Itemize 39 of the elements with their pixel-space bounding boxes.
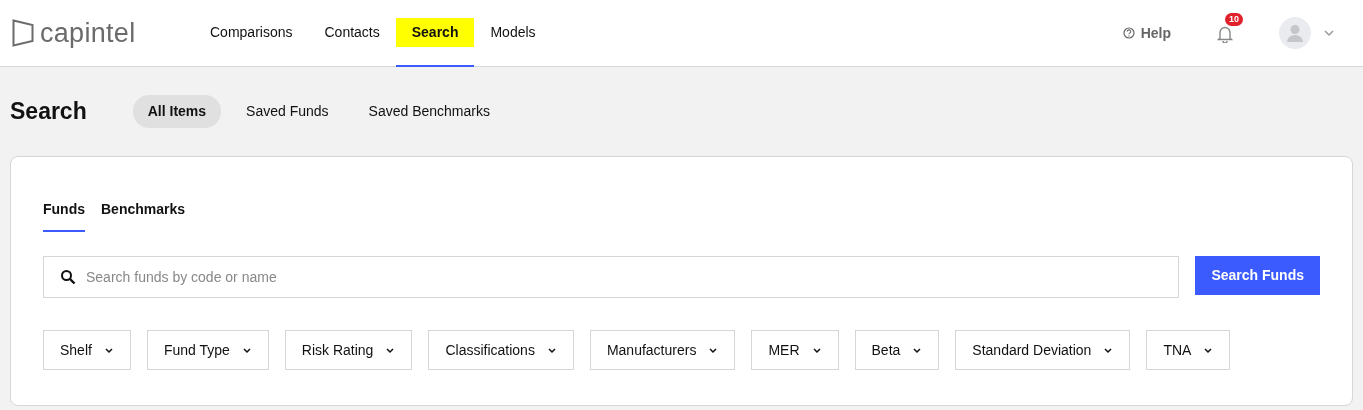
nav-link[interactable]: Comparisons [194, 0, 309, 67]
notification-badge: 10 [1225, 12, 1243, 26]
chevron-down-icon [103, 346, 114, 354]
chevron-down-icon [385, 346, 396, 354]
filter-dropdown[interactable]: Standard Deviation [955, 330, 1131, 370]
avatar-icon[interactable] [1279, 17, 1311, 49]
help-icon [1122, 27, 1135, 39]
tab[interactable]: Funds [43, 195, 85, 232]
filter-dropdown[interactable]: Manufacturers [589, 330, 736, 370]
nav-link[interactable]: Models [474, 0, 552, 67]
nav-link[interactable]: Contacts [308, 0, 396, 67]
filter-dropdown[interactable]: MER [751, 330, 839, 370]
help-link[interactable]: Help [1122, 22, 1171, 44]
chevron-down-icon [546, 346, 557, 354]
search-icon [60, 269, 76, 285]
filter-dropdown[interactable]: Risk Rating [284, 330, 413, 370]
filter-dropdown[interactable]: TNA [1146, 330, 1231, 370]
chevron-down-icon [811, 346, 822, 354]
logo-icon [12, 19, 34, 47]
view-tab[interactable]: Saved Funds [231, 95, 344, 128]
filter-dropdown[interactable]: Classifications [428, 330, 574, 370]
search-field[interactable]: Search funds by code or name [43, 256, 1180, 298]
chevron-down-icon[interactable] [1323, 29, 1335, 37]
chevron-down-icon [1103, 346, 1114, 354]
chevron-down-icon [912, 346, 923, 354]
filter-dropdown[interactable]: Beta [854, 330, 940, 370]
chevron-down-icon [708, 346, 719, 354]
brand-name: capintel [40, 16, 136, 50]
filter-dropdown[interactable]: Shelf [43, 330, 131, 370]
tab[interactable]: Benchmarks [101, 195, 186, 232]
chevron-down-icon [1203, 346, 1214, 354]
bell-icon[interactable] [1217, 24, 1233, 43]
search-funds-button[interactable]: Search Funds [1195, 256, 1320, 295]
page-title: Search [10, 97, 87, 126]
nav-link[interactable]: Search [395, 0, 475, 67]
filter-dropdown[interactable]: Fund Type [146, 330, 269, 370]
view-tab[interactable]: All Items [132, 95, 222, 128]
view-tab[interactable]: Saved Benchmarks [353, 95, 505, 128]
chevron-down-icon [241, 346, 252, 354]
